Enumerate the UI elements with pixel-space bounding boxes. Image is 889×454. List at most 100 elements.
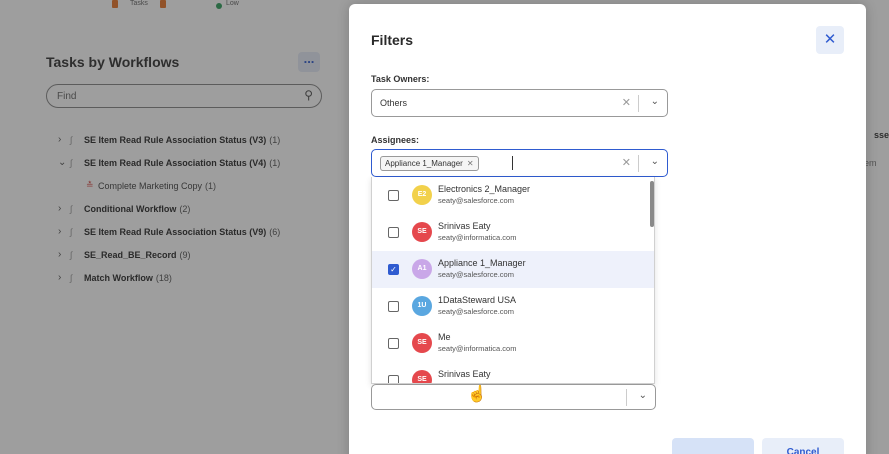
assignee-chip-label: Appliance 1_Manager [385,159,463,168]
workflow-icon: ∫ [70,203,73,214]
tree-row[interactable]: › ∫ Match Workflow (18) [58,266,358,289]
chevron-down-icon[interactable]: ⌄ [651,96,659,107]
chart-legend: Tasks Low [112,0,332,12]
tree-row[interactable]: › ∫ SE Item Read Rule Association Status (… [58,220,358,243]
assignee-option[interactable]: SE Srinivas Eaty [372,362,654,383]
close-button[interactable]: ✕ [816,26,844,54]
tree-row-count: (1) [269,157,281,168]
assignee-email: seaty@informatica.com [438,233,517,242]
assignee-chip[interactable]: Appliance 1_Manager ✕ [380,156,479,171]
select-divider [638,155,639,172]
avatar: SE [412,222,432,242]
legend-bar-right [160,0,166,8]
chevron-down-icon[interactable]: ⌄ [639,390,647,401]
hand-cursor-icon: ☝ [467,386,487,403]
assignees-select[interactable]: Appliance 1_Manager ✕ ✕ ⌄ [371,149,668,177]
dropdown-scrollbar[interactable] [650,181,654,227]
tree-row[interactable]: ⌄ ∫ SE Item Read Rule Association Status (… [58,151,358,174]
search-icon[interactable]: ⚲ [304,88,313,102]
assignee-email: seaty@informatica.com [438,344,517,353]
panel-title: Tasks by Workflows [46,54,180,70]
assignee-options: E2 Electronics 2_Manager seaty@salesforce.… [372,177,654,383]
avatar: E2 [412,185,432,205]
screen: Tasks Low Tasks by Workflows ... Find ⚲ … [0,0,889,454]
dialog-title: Filters [371,32,414,48]
workflow-icon: ∫ [70,272,73,283]
checkbox[interactable] [388,190,399,201]
assignee-name: Electronics 2_Manager [438,184,531,194]
workflow-tree: › ∫ SE Item Read Rule Association Status (… [58,128,358,289]
tree-row-label: Conditional Workflow [84,203,177,214]
tree-row-count: (1) [269,134,281,145]
chevron-right-icon[interactable]: › [58,134,70,145]
chevron-right-icon[interactable]: › [58,249,70,260]
avatar: 1U [412,296,432,316]
tree-row-count: (2) [179,203,191,214]
checkbox[interactable] [388,227,399,238]
column-header-fragment: sset [874,130,889,140]
workflow-icon: ∫ [70,157,73,168]
chevron-down-icon[interactable]: ⌄ [58,157,70,168]
assignee-option[interactable]: SE Me seaty@informatica.com [372,325,654,362]
tree-row[interactable]: › ∫ SE Item Read Rule Association Status (… [58,128,358,151]
select-divider [626,389,627,406]
assignee-name: Srinivas Eaty [438,369,491,379]
tree-row[interactable]: › ∫ SE_Read_BE_Record (9) [58,243,358,266]
tree-row-count: (6) [269,226,281,237]
task-owners-select[interactable]: Others ✕ ⌄ [371,89,668,117]
assignees-dropdown: E2 Electronics 2_Manager seaty@salesforce.… [371,177,655,384]
chip-remove-icon[interactable]: ✕ [467,159,474,168]
tree-row-label: Match Workflow [84,272,153,283]
more-options-button[interactable]: ... [298,52,320,72]
filter-select[interactable]: ⌄ [371,384,656,410]
tree-row-count: (9) [179,249,191,260]
assignee-option[interactable]: E2 Electronics 2_Manager seaty@salesforce.… [372,177,654,214]
find-placeholder: Find [57,91,77,102]
avatar: SE [412,333,432,353]
assignee-email: seaty@salesforce.com [438,196,514,205]
workflow-icon: ∫ [70,249,73,260]
task-owners-label: Task Owners: [371,74,430,84]
filters-dialog: Filters ✕ Task Owners: Others ✕ ⌄ Assign… [349,4,866,454]
assignee-name: 1DataSteward USA [438,295,517,305]
clear-icon[interactable]: ✕ [622,96,631,109]
task-owners-value: Others [380,98,408,108]
legend-tasks-label: Tasks [130,0,148,7]
legend-low-label: Low [226,0,239,7]
find-input[interactable]: Find ⚲ [46,84,322,108]
assignee-option[interactable]: ✓ A1 Appliance 1_Manager seaty@salesforce.c… [372,251,654,288]
close-icon: ✕ [823,31,837,48]
clear-icon[interactable]: ✕ [622,156,631,169]
tree-row-label: SE_Read_BE_Record [84,249,177,260]
checkbox[interactable]: ✓ [388,264,399,275]
checkbox[interactable] [388,301,399,312]
cancel-button[interactable]: Cancel [762,438,844,454]
workflow-icon: ∫ [70,134,73,145]
apply-button[interactable]: Apply [672,438,754,454]
avatar: A1 [412,259,432,279]
chevron-down-icon[interactable]: ⌄ [651,156,659,167]
task-flag-icon: ≛ [86,180,94,190]
assignee-name: Me [438,332,451,342]
tree-row[interactable]: ≛ Complete Marketing Copy (1) [58,174,358,197]
chevron-right-icon[interactable]: › [58,226,70,237]
tree-row-label: Complete Marketing Copy [98,180,203,191]
assignees-label: Assignees: [371,135,420,145]
avatar: SE [412,370,432,383]
checkbox[interactable] [388,375,399,383]
chevron-right-icon[interactable]: › [58,272,70,283]
low-dot-icon [216,3,222,9]
assignee-email: seaty@salesforce.com [438,307,514,316]
legend-bar-left [112,0,118,8]
select-divider [638,95,639,112]
assignee-option[interactable]: SE Srinivas Eaty seaty@informatica.com [372,214,654,251]
tree-row-label: SE Item Read Rule Association Status (V9… [84,226,267,237]
checkbox[interactable] [388,338,399,349]
tree-row[interactable]: › ∫ Conditional Workflow (2) [58,197,358,220]
tree-row-count: (1) [205,180,217,191]
workflow-icon: ∫ [70,226,73,237]
tree-row-count: (18) [155,272,172,283]
chevron-right-icon[interactable]: › [58,203,70,214]
assignee-option[interactable]: 1U 1DataSteward USA seaty@salesforce.com [372,288,654,325]
assignee-email: seaty@salesforce.com [438,270,514,279]
